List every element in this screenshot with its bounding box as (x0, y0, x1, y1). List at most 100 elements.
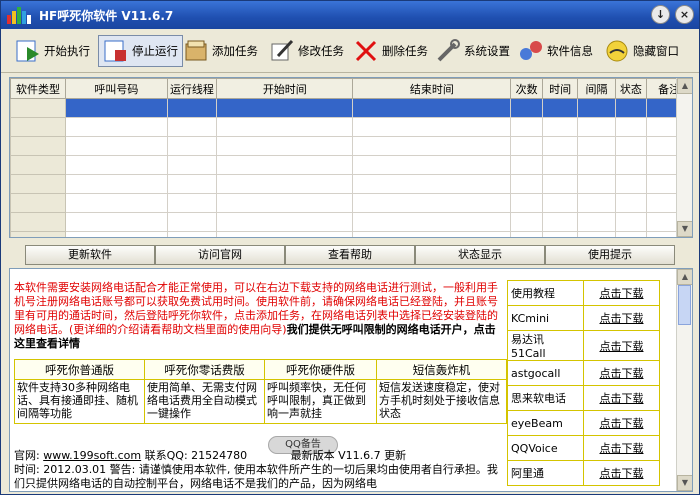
table-cell[interactable] (65, 117, 168, 137)
table-cell[interactable] (541, 117, 579, 137)
table-cell[interactable] (510, 117, 543, 137)
minimize-button[interactable]: ↓ (651, 5, 670, 24)
table-cell[interactable] (216, 174, 354, 194)
table-cell[interactable] (65, 155, 168, 175)
table-cell[interactable] (10, 174, 66, 194)
download-link[interactable]: 点击下载 (583, 435, 660, 461)
table-row[interactable] (10, 136, 692, 156)
table-cell[interactable] (65, 136, 168, 156)
website-link[interactable]: www.199soft.com (43, 449, 141, 462)
table-cell[interactable] (541, 98, 579, 118)
table-cell[interactable] (65, 231, 168, 237)
table-cell[interactable] (614, 98, 648, 118)
table-cell[interactable] (65, 98, 168, 118)
table-cell[interactable] (352, 231, 512, 237)
scroll-down-icon[interactable]: ▼ (677, 475, 692, 491)
table-row[interactable] (10, 212, 692, 232)
scroll-down-icon[interactable]: ▼ (677, 221, 692, 237)
table-cell[interactable] (10, 155, 66, 175)
info-button[interactable]: 软件信息 (518, 35, 593, 67)
table-cell[interactable] (216, 193, 354, 213)
table-cell[interactable] (577, 193, 616, 213)
usage-tips-button[interactable]: 使用提示 (545, 245, 675, 265)
col-interval[interactable]: 间隔 (577, 78, 616, 99)
close-button[interactable]: × (675, 5, 694, 24)
table-cell[interactable] (10, 193, 66, 213)
col-status[interactable]: 状态 (614, 78, 648, 99)
grid-scrollbar[interactable]: ▲ ▼ (676, 78, 692, 237)
table-cell[interactable] (10, 212, 66, 232)
col-call-number[interactable]: 呼叫号码 (65, 78, 168, 99)
table-cell[interactable] (10, 98, 66, 118)
table-cell[interactable] (10, 231, 66, 237)
table-cell[interactable] (166, 212, 218, 232)
col-count[interactable]: 次数 (510, 78, 543, 99)
table-cell[interactable] (352, 174, 512, 194)
table-cell[interactable] (166, 98, 218, 118)
table-cell[interactable] (614, 136, 648, 156)
feature-title[interactable]: 呼死你硬件版 (264, 359, 377, 380)
table-cell[interactable] (577, 174, 616, 194)
table-cell[interactable] (216, 212, 354, 232)
table-cell[interactable] (216, 155, 354, 175)
table-row[interactable] (10, 231, 692, 237)
table-cell[interactable] (216, 98, 354, 118)
download-link[interactable]: 点击下载 (583, 385, 660, 411)
table-row[interactable] (10, 155, 692, 175)
table-cell[interactable] (216, 117, 354, 137)
table-cell[interactable] (352, 136, 512, 156)
hide-window-button[interactable]: 隐藏窗口 (604, 35, 679, 67)
table-cell[interactable] (65, 212, 168, 232)
table-cell[interactable] (577, 212, 616, 232)
table-cell[interactable] (577, 98, 616, 118)
table-row[interactable] (10, 117, 692, 137)
table-cell[interactable] (577, 117, 616, 137)
table-cell[interactable] (541, 212, 579, 232)
scroll-up-icon[interactable]: ▲ (677, 78, 692, 94)
settings-button[interactable]: 系统设置 (435, 35, 510, 67)
table-row[interactable] (10, 98, 692, 118)
col-software-type[interactable]: 软件类型 (10, 78, 66, 99)
table-cell[interactable] (614, 193, 648, 213)
table-cell[interactable] (541, 155, 579, 175)
add-task-button[interactable]: 添加任务 (183, 35, 258, 67)
table-cell[interactable] (541, 193, 579, 213)
table-cell[interactable] (577, 155, 616, 175)
table-cell[interactable] (577, 231, 616, 237)
table-cell[interactable] (65, 193, 168, 213)
table-cell[interactable] (352, 155, 512, 175)
feature-title[interactable]: 呼死你普通版 (14, 359, 145, 380)
content-scrollbar[interactable]: ▲ ▼ (676, 269, 692, 491)
table-cell[interactable] (510, 136, 543, 156)
table-cell[interactable] (510, 231, 543, 237)
table-cell[interactable] (216, 136, 354, 156)
stop-button[interactable]: 停止运行 (98, 35, 183, 67)
table-cell[interactable] (216, 231, 354, 237)
table-cell[interactable] (166, 155, 218, 175)
table-cell[interactable] (541, 174, 579, 194)
delete-task-button[interactable]: 删除任务 (353, 35, 428, 67)
download-link[interactable]: 点击下载 (583, 305, 660, 331)
table-cell[interactable] (352, 117, 512, 137)
table-cell[interactable] (510, 98, 543, 118)
scroll-thumb[interactable] (678, 285, 691, 325)
col-time[interactable]: 时间 (541, 78, 579, 99)
start-button[interactable]: 开始执行 (15, 35, 90, 67)
edit-task-button[interactable]: 修改任务 (269, 35, 344, 67)
table-cell[interactable] (166, 174, 218, 194)
scroll-up-icon[interactable]: ▲ (677, 269, 692, 285)
table-cell[interactable] (10, 117, 66, 137)
table-cell[interactable] (614, 117, 648, 137)
title-bar[interactable]: HF呼死你软件 V11.6.7 ↓ × (1, 1, 699, 29)
view-help-button[interactable]: 查看帮助 (285, 245, 415, 265)
table-cell[interactable] (541, 136, 579, 156)
table-cell[interactable] (166, 117, 218, 137)
feature-title[interactable]: 呼死你零话费版 (144, 359, 265, 380)
table-cell[interactable] (166, 193, 218, 213)
download-link[interactable]: 点击下载 (583, 360, 660, 386)
task-grid[interactable]: 软件类型 呼叫号码 运行线程 开始时间 结束时间 次数 时间 间隔 状态 备注 … (9, 77, 693, 238)
table-cell[interactable] (65, 174, 168, 194)
table-cell[interactable] (352, 212, 512, 232)
table-cell[interactable] (614, 155, 648, 175)
col-threads[interactable]: 运行线程 (166, 78, 218, 99)
